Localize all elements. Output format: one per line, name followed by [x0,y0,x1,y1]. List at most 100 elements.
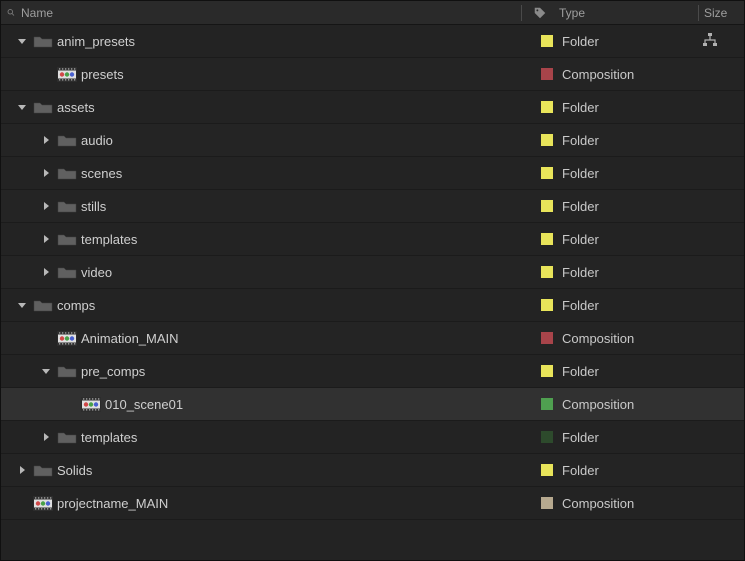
item-label[interactable]: projectname_MAIN [57,496,168,511]
color-label-cell[interactable] [532,497,562,509]
color-label-cell[interactable] [532,398,562,410]
item-label[interactable]: stills [81,199,106,214]
table-row[interactable]: stillsFolder [1,190,744,223]
chevron-right-icon[interactable] [39,232,53,246]
chevron-right-icon[interactable] [39,430,53,444]
color-swatch[interactable] [541,200,553,212]
item-label[interactable]: Solids [57,463,92,478]
color-label-cell[interactable] [532,266,562,278]
item-label[interactable]: audio [81,133,113,148]
item-label[interactable]: templates [81,232,137,247]
table-row[interactable]: compsFolder [1,289,744,322]
color-swatch[interactable] [541,68,553,80]
table-row[interactable]: videoFolder [1,256,744,289]
chevron-down-icon[interactable] [39,364,53,378]
color-label-cell[interactable] [532,101,562,113]
column-header-type[interactable]: Type [555,6,695,20]
color-label-cell[interactable] [532,299,562,311]
table-row[interactable]: presetsComposition [1,58,744,91]
color-label-cell[interactable] [532,200,562,212]
color-swatch[interactable] [541,464,553,476]
item-name-cell[interactable]: templates [7,231,532,247]
item-name-cell[interactable]: stills [7,198,532,214]
table-row[interactable]: pre_compsFolder [1,355,744,388]
indent [7,338,35,339]
indent [7,74,35,75]
item-name-cell[interactable]: Solids [7,462,532,478]
item-name-cell[interactable]: templates [7,429,532,445]
table-row[interactable]: templatesFolder [1,223,744,256]
chevron-down-icon[interactable] [15,298,29,312]
table-row[interactable]: Animation_MAINComposition [1,322,744,355]
color-swatch[interactable] [541,233,553,245]
item-label[interactable]: presets [81,67,124,82]
color-swatch[interactable] [541,332,553,344]
chevron-right-icon[interactable] [15,463,29,477]
color-label-cell[interactable] [532,332,562,344]
color-swatch[interactable] [541,365,553,377]
color-label-cell[interactable] [532,365,562,377]
chevron-down-icon[interactable] [15,100,29,114]
table-row[interactable]: scenesFolder [1,157,744,190]
item-name-cell[interactable]: projectname_MAIN [7,495,532,511]
item-name-cell[interactable]: comps [7,297,532,313]
color-swatch[interactable] [541,35,553,47]
item-name-cell[interactable]: audio [7,132,532,148]
color-label-cell[interactable] [532,68,562,80]
table-row[interactable]: audioFolder [1,124,744,157]
composition-icon [33,495,53,511]
color-swatch[interactable] [541,497,553,509]
table-row[interactable]: 010_scene01Composition [1,388,744,421]
label-icon[interactable] [525,6,555,20]
color-swatch[interactable] [541,101,553,113]
color-label-cell[interactable] [532,134,562,146]
color-swatch[interactable] [541,431,553,443]
chevron-right-icon[interactable] [39,265,53,279]
table-row[interactable]: SolidsFolder [1,454,744,487]
chevron-down-icon[interactable] [15,34,29,48]
color-swatch[interactable] [541,299,553,311]
indent [7,41,11,42]
color-label-cell[interactable] [532,431,562,443]
item-label[interactable]: scenes [81,166,122,181]
column-header-name[interactable]: Name [15,6,518,20]
item-label[interactable]: pre_comps [81,364,145,379]
color-label-cell[interactable] [532,167,562,179]
table-row[interactable]: assetsFolder [1,91,744,124]
item-name-cell[interactable]: video [7,264,532,280]
table-row[interactable]: anim_presetsFolder [1,25,744,58]
project-panel: Name Type Size anim_presetsFolder preset… [0,0,745,561]
color-swatch[interactable] [541,134,553,146]
table-row[interactable]: projectname_MAINComposition [1,487,744,520]
item-label[interactable]: anim_presets [57,34,135,49]
item-name-cell[interactable]: presets [7,66,532,82]
color-swatch[interactable] [541,398,553,410]
item-label[interactable]: assets [57,100,95,115]
color-label-cell[interactable] [532,464,562,476]
item-name-cell[interactable]: scenes [7,165,532,181]
item-label[interactable]: templates [81,430,137,445]
item-name-cell[interactable]: pre_comps [7,363,532,379]
item-label[interactable]: video [81,265,112,280]
flowchart-icon[interactable] [702,32,718,51]
column-divider[interactable] [521,5,522,21]
column-divider[interactable] [698,5,699,21]
item-name-cell[interactable]: 010_scene01 [7,396,532,412]
item-label[interactable]: 010_scene01 [105,397,183,412]
chevron-right-icon[interactable] [39,199,53,213]
item-label[interactable]: Animation_MAIN [81,331,179,346]
chevron-right-icon[interactable] [39,166,53,180]
table-row[interactable]: templatesFolder [1,421,744,454]
color-swatch[interactable] [541,266,553,278]
color-label-cell[interactable] [532,35,562,47]
search-icon[interactable] [1,7,15,18]
item-label[interactable]: comps [57,298,95,313]
indent [7,173,35,174]
column-header-size[interactable]: Size [702,6,744,20]
color-label-cell[interactable] [532,233,562,245]
item-name-cell[interactable]: assets [7,99,532,115]
item-name-cell[interactable]: anim_presets [7,33,532,49]
color-swatch[interactable] [541,167,553,179]
item-name-cell[interactable]: Animation_MAIN [7,330,532,346]
chevron-right-icon[interactable] [39,133,53,147]
